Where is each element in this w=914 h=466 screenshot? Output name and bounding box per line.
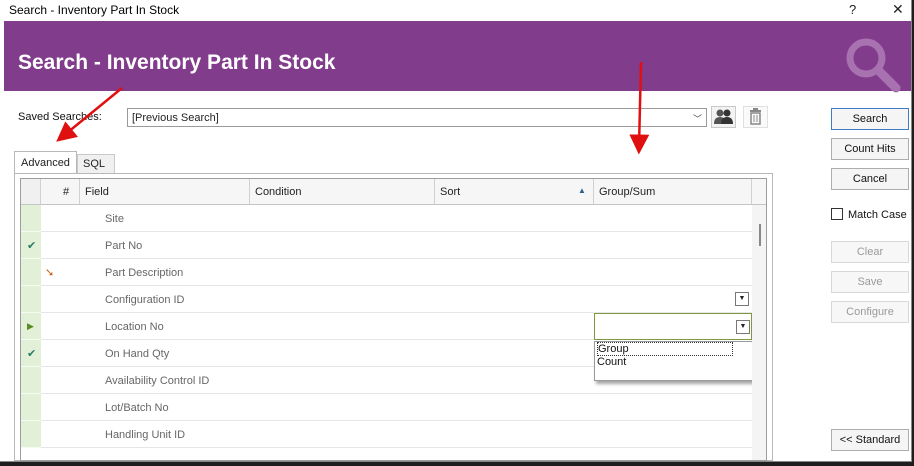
window-title: Search - Inventory Part In Stock <box>9 3 180 17</box>
field-name: Part Description <box>105 267 184 279</box>
magnifier-icon <box>846 38 901 93</box>
saved-searches-label: Saved Searches: <box>18 111 102 123</box>
column-header-field[interactable]: Field <box>80 179 250 205</box>
column-header-sort[interactable]: Sort ▲ <box>435 179 594 205</box>
field-name: Configuration ID <box>105 294 185 306</box>
standard-view-button[interactable]: << Standard <box>831 429 909 451</box>
clear-button[interactable]: Clear <box>831 241 909 263</box>
field-name: Location No <box>105 321 164 333</box>
field-name: Part No <box>105 240 143 252</box>
field-name: On Hand Qty <box>105 348 170 360</box>
tab-advanced[interactable]: Advanced <box>14 151 77 174</box>
table-row[interactable]: Lot/Batch No <box>41 394 752 421</box>
group-sum-dropdown-list: Group Count <box>594 341 754 381</box>
match-case-checkbox[interactable] <box>831 208 843 220</box>
search-dialog-window: Search - Inventory Part In Stock ? ✕ Sea… <box>0 0 912 462</box>
chevron-down-icon: ﹀ <box>692 114 702 124</box>
table-row[interactable]: Part No <box>41 232 752 259</box>
group-sum-select-location-no[interactable]: ▼ <box>594 313 752 340</box>
saved-searches-value: [Previous Search] <box>132 112 219 124</box>
row-selector-header <box>21 179 41 205</box>
save-button[interactable]: Save <box>831 271 909 293</box>
configure-button[interactable]: Configure <box>831 301 909 323</box>
tab-sql[interactable]: SQL <box>77 154 115 173</box>
table-row[interactable]: Handling Unit ID <box>41 421 752 448</box>
help-icon[interactable]: ? <box>849 2 856 17</box>
close-icon[interactable]: ✕ <box>892 1 904 18</box>
header-banner: Search - Inventory Part In Stock <box>4 21 911 93</box>
trash-icon <box>750 108 761 125</box>
saved-searches-select[interactable]: [Previous Search] ﹀ <box>127 108 707 127</box>
current-row-icon: ▶ <box>27 321 34 331</box>
sort-header-label: Sort <box>440 186 461 198</box>
table-row[interactable]: Part Description <box>41 259 752 286</box>
check-icon: ✔ <box>27 348 37 360</box>
users-icon <box>714 109 733 124</box>
row-selector[interactable] <box>21 367 41 394</box>
page-title: Search - Inventory Part In Stock <box>18 51 336 74</box>
title-bar: Search - Inventory Part In Stock ? ✕ <box>0 0 911 21</box>
count-hits-button[interactable]: Count Hits <box>831 138 909 160</box>
row-selector[interactable] <box>21 394 41 421</box>
delete-search-button[interactable] <box>743 106 768 128</box>
field-name: Availability Control ID <box>105 375 210 387</box>
sort-ascending-icon: ▲ <box>578 186 586 195</box>
grid-vertical-scrollbar[interactable] <box>752 205 766 460</box>
column-header-group-sum[interactable]: Group/Sum <box>594 179 752 205</box>
dropdown-option-group[interactable]: Group <box>597 342 733 356</box>
changed-arrow-icon: ➘ <box>45 267 55 279</box>
match-case-label: Match Case <box>848 209 907 221</box>
group-sum-dropdown-toggle[interactable]: ▼ <box>735 292 749 306</box>
row-selector[interactable] <box>21 421 41 448</box>
row-selector[interactable] <box>21 286 41 313</box>
table-row[interactable]: Site <box>41 205 752 232</box>
search-button[interactable]: Search <box>831 108 909 130</box>
scrollbar-thumb[interactable] <box>759 224 761 246</box>
row-selector[interactable] <box>21 205 41 232</box>
table-row[interactable]: Configuration ID <box>41 286 752 313</box>
header-corner <box>752 179 766 205</box>
search-fields-grid: # Field Condition Sort ▲ Group/Sum Site P… <box>20 178 767 461</box>
field-name: Site <box>105 213 124 225</box>
row-selector[interactable] <box>21 259 41 286</box>
manage-searches-button[interactable] <box>711 106 736 128</box>
field-name: Handling Unit ID <box>105 429 186 441</box>
column-header-condition[interactable]: Condition <box>250 179 435 205</box>
dropdown-option-count[interactable]: Count <box>597 356 626 368</box>
check-icon: ✔ <box>27 240 37 252</box>
cancel-button[interactable]: Cancel <box>831 168 909 190</box>
column-header-number[interactable]: # <box>41 179 80 205</box>
field-name: Lot/Batch No <box>105 402 169 414</box>
chevron-down-icon[interactable]: ▼ <box>736 320 750 334</box>
